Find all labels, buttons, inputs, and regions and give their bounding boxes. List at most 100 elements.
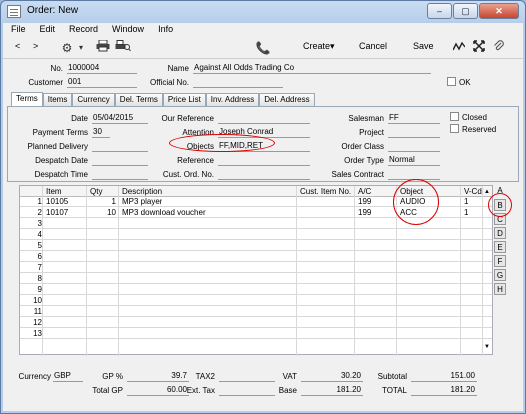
reference-field[interactable] [218, 155, 310, 166]
cust-ord-no-field[interactable] [218, 169, 310, 180]
reserved-checkbox[interactable] [450, 124, 459, 133]
payment-terms-field[interactable]: 30 [92, 127, 110, 138]
forward-button[interactable]: > [33, 41, 38, 51]
our-reference-field[interactable] [218, 113, 310, 124]
col-description[interactable]: Description [122, 187, 162, 196]
toolbar: < > ⚙ ▾ 📞 Create▾ Cancel Save [3, 37, 523, 59]
no-label: No. [50, 64, 63, 73]
table-row[interactable]: 12 [20, 318, 492, 328]
name-label: Name [167, 64, 189, 73]
salesman-label: Salesman [348, 114, 384, 123]
no-field[interactable]: 1000004 [67, 63, 137, 74]
base-field[interactable]: 181.20 [301, 385, 363, 396]
reference-label: Reference [177, 156, 214, 165]
document-icon [7, 5, 21, 18]
total-gp-label: Total GP [92, 386, 123, 395]
table-row[interactable]: 9 [20, 285, 492, 295]
reserved-label: Reserved [462, 125, 497, 134]
col-qty[interactable]: Qty [90, 187, 102, 196]
col-ac[interactable]: A/C [358, 187, 371, 196]
currency-label: Currency [18, 372, 51, 381]
attachment-icon[interactable] [491, 40, 507, 56]
table-row[interactable]: 6 [20, 252, 492, 262]
tab-inv-address[interactable]: Inv. Address [205, 93, 260, 106]
table-row[interactable]: 5 [20, 241, 492, 251]
base-label: Base [278, 386, 297, 395]
project-field[interactable] [388, 127, 440, 138]
project-label: Project [359, 128, 384, 137]
table-row[interactable]: 10 [20, 296, 492, 306]
subtotal-field[interactable]: 151.00 [411, 371, 477, 382]
activity-icon[interactable] [451, 40, 467, 56]
menu-window[interactable]: Window [104, 23, 150, 37]
customer-label: Customer [28, 78, 63, 87]
minimize-button[interactable]: – [427, 3, 452, 19]
name-field[interactable]: Against All Odds Trading Co [193, 63, 431, 74]
vat-label: VAT [282, 372, 297, 381]
title-bar: Order: New – ▢ ✕ [1, 1, 525, 23]
total-label: TOTAL [381, 386, 407, 395]
table-row[interactable]: 13 [20, 329, 492, 339]
ok-label: OK [459, 78, 471, 87]
save-button[interactable]: Save [413, 41, 434, 51]
phone-icon[interactable]: 📞 [255, 40, 271, 56]
scroll-up-arrow[interactable]: ▲ [484, 189, 490, 195]
order-class-field[interactable] [388, 141, 440, 152]
table-row[interactable]: 11 [20, 307, 492, 317]
side-tab-d[interactable]: D [494, 227, 506, 239]
objects-highlight-ring [169, 134, 275, 152]
ok-checkbox[interactable] [447, 77, 456, 86]
col-cust-item-no[interactable]: Cust. Item No. [300, 187, 351, 196]
closed-checkbox[interactable] [450, 112, 459, 121]
menu-file[interactable]: File [3, 23, 32, 37]
official-no-field[interactable] [193, 77, 283, 88]
table-row[interactable]: 8 [20, 274, 492, 284]
side-tab-g[interactable]: G [494, 269, 506, 281]
print-preview-icon[interactable] [115, 40, 131, 56]
side-tab-h[interactable]: H [494, 283, 506, 295]
vat-field[interactable]: 30.20 [301, 371, 363, 382]
date-field[interactable]: 05/04/2015 [92, 113, 148, 124]
chevron-down-icon[interactable]: ▾ [73, 40, 89, 56]
ext-tax-label: Ext. Tax [186, 386, 215, 395]
menu-edit[interactable]: Edit [32, 23, 62, 37]
despatch-date-field[interactable] [92, 155, 148, 166]
scroll-down-arrow[interactable]: ▼ [484, 344, 490, 350]
subtotal-label: Subtotal [377, 372, 407, 381]
side-tab-f[interactable]: F [494, 255, 506, 267]
tab-terms[interactable]: Terms [11, 92, 43, 106]
order-type-field[interactable]: Normal [388, 155, 440, 166]
total-field[interactable]: 181.20 [411, 385, 477, 396]
menu-info[interactable]: Info [150, 23, 179, 37]
tab-price-list[interactable]: Price List [162, 93, 206, 106]
table-row[interactable]: 7 [20, 263, 492, 273]
order-window: Order: New – ▢ ✕ File Edit Record Window… [0, 0, 526, 414]
despatch-time-field[interactable] [92, 169, 148, 180]
planned-delivery-field[interactable] [92, 141, 148, 152]
sales-contract-label: Sales Contract [331, 170, 384, 179]
table-row[interactable]: 4 [20, 230, 492, 240]
tab-del-terms[interactable]: Del. Terms [114, 93, 163, 106]
side-tab-b-highlight-ring [488, 193, 512, 217]
cancel-button[interactable]: Cancel [359, 41, 387, 51]
menu-record[interactable]: Record [61, 23, 104, 37]
maximize-button[interactable]: ▢ [453, 3, 478, 19]
expand-icon[interactable] [471, 40, 487, 56]
print-icon[interactable] [95, 39, 111, 56]
tab-del-address[interactable]: Del. Address [259, 93, 315, 106]
close-button[interactable]: ✕ [479, 3, 519, 19]
tab-currency[interactable]: Currency [72, 93, 115, 106]
side-tab-e[interactable]: E [494, 241, 506, 253]
col-item[interactable]: Item [46, 187, 62, 196]
tab-items[interactable]: Items [42, 93, 73, 106]
window-content: < > ⚙ ▾ 📞 Create▾ Cancel Save No. 100000… [3, 37, 523, 411]
tax2-label: TAX2 [195, 372, 215, 381]
salesman-field[interactable]: FF [388, 113, 440, 124]
col-vcd[interactable]: V-Cd [464, 187, 482, 196]
currency-field[interactable]: GBP [53, 371, 83, 382]
back-button[interactable]: < [15, 41, 20, 51]
window-title: Order: New [27, 5, 79, 16]
create-button[interactable]: Create▾ [303, 41, 335, 52]
customer-field[interactable]: 001 [67, 77, 137, 88]
planned-delivery-label: Planned Delivery [27, 142, 88, 151]
